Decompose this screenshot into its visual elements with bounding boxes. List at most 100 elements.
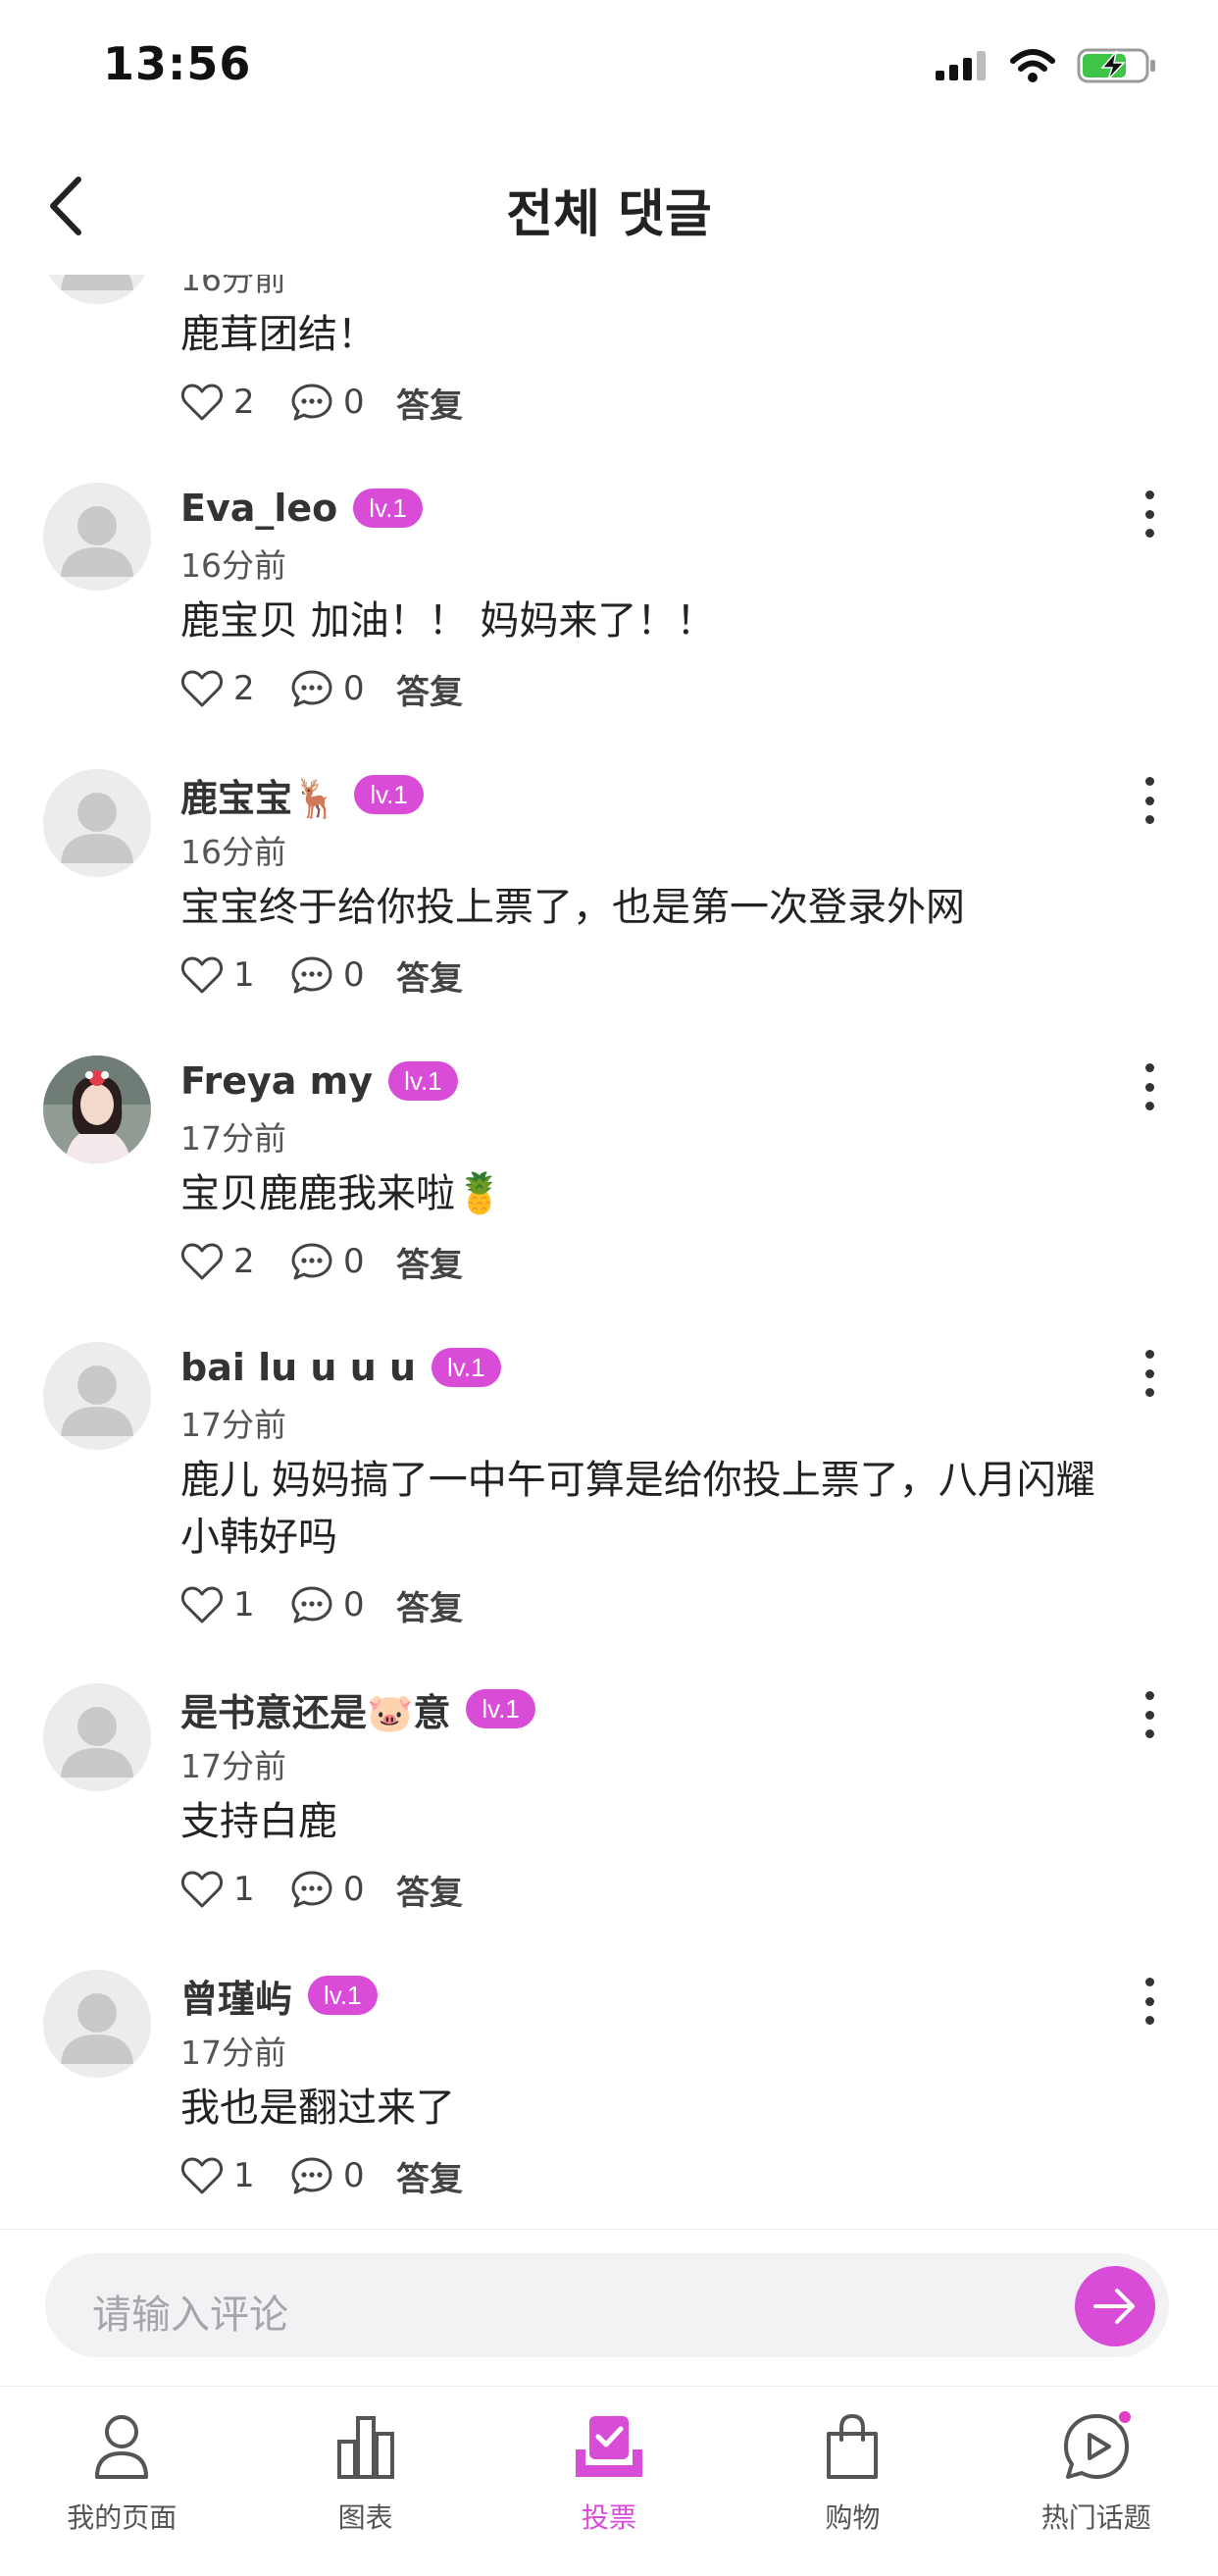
- signal-icon: [936, 51, 986, 80]
- tab-shopping[interactable]: 购物: [731, 2387, 974, 2576]
- reply-button[interactable]: 答复: [396, 952, 463, 1000]
- comment-count-button[interactable]: 0: [290, 1870, 396, 1909]
- avatar[interactable]: [43, 1342, 151, 1450]
- reply-button[interactable]: 答复: [396, 1866, 463, 1914]
- like-button[interactable]: 2: [180, 383, 290, 422]
- comment-count-button[interactable]: 0: [290, 1585, 396, 1624]
- username[interactable]: Freya my: [180, 1059, 373, 1103]
- like-count: 2: [233, 1242, 255, 1281]
- tab-chart[interactable]: 图表: [243, 2387, 486, 2576]
- like-button[interactable]: 2: [180, 1242, 290, 1281]
- level-badge: lv.1: [354, 775, 424, 814]
- name-row: 是书意还是🐷意 lv.1: [180, 1679, 1100, 1738]
- level-badge: lv.1: [431, 1348, 501, 1387]
- avatar[interactable]: [43, 1683, 151, 1791]
- tab-label: 购物: [825, 2501, 881, 2534]
- default-avatar-icon: [43, 1970, 151, 2078]
- more-options-button[interactable]: [1138, 1063, 1161, 1110]
- reply-count: 0: [343, 383, 365, 422]
- comment-text: 支持白鹿: [180, 1799, 337, 1844]
- reply-count: 0: [343, 669, 365, 708]
- comment-time: 17分前: [180, 1747, 286, 1785]
- like-button[interactable]: 1: [180, 1870, 290, 1909]
- reply-count: 0: [343, 1870, 365, 1909]
- comment-text: 宝宝终于给你投上票了，也是第一次登录外网: [180, 885, 965, 930]
- reply-count: 0: [343, 2156, 365, 2195]
- avatar-photo[interactable]: [43, 1056, 151, 1163]
- page-title: 전체 댓글: [506, 185, 712, 244]
- comment-text: 宝贝鹿鹿我来啦🍍: [180, 1171, 504, 1216]
- tab-vote[interactable]: 投票: [487, 2387, 731, 2576]
- more-options-button[interactable]: [1138, 490, 1161, 538]
- comment-count-button[interactable]: 0: [290, 669, 396, 708]
- heart-icon: [180, 1871, 224, 1908]
- avatar[interactable]: [43, 769, 151, 877]
- username[interactable]: 是书意还是🐷意: [180, 1682, 450, 1736]
- comment-time: 17分前: [180, 2034, 286, 2072]
- chat-bubble-icon: [291, 1586, 332, 1623]
- shopping-bag-icon: [827, 2413, 879, 2479]
- comment-count-button[interactable]: 0: [290, 1242, 396, 1281]
- comment-actions: 2 0 答复: [180, 1226, 1100, 1297]
- chat-bubble-icon: [291, 956, 332, 994]
- username[interactable]: 鹿宝宝🦌: [180, 768, 338, 822]
- reply-count: 0: [343, 1585, 365, 1624]
- comment-text: 鹿儿 妈妈搞了一中午可算是给你投上票了，八月闪耀小韩好吗: [180, 1458, 1095, 1560]
- comment-count-button[interactable]: 0: [290, 383, 396, 422]
- header: 전체 댓글: [0, 137, 1218, 275]
- comment-count-button[interactable]: 0: [290, 2156, 396, 2195]
- heart-icon: [180, 1243, 224, 1280]
- like-button[interactable]: 1: [180, 2156, 290, 2195]
- username[interactable]: 曾瑾屿: [180, 1969, 292, 2023]
- more-options-button[interactable]: [1138, 1691, 1161, 1738]
- like-count: 2: [233, 383, 255, 422]
- tab-my-page[interactable]: 我的页面: [0, 2387, 243, 2576]
- name-row: Freya my lv.1: [180, 1052, 1100, 1110]
- avatar[interactable]: [43, 275, 151, 304]
- comment-input-placeholder: 请输入评论: [92, 2293, 288, 2338]
- tab-label: 我的页面: [67, 2501, 178, 2534]
- comment-input[interactable]: 请输入评论: [45, 2253, 1169, 2357]
- comment-time: 17分前: [180, 1406, 286, 1444]
- comment-input-bar: 请输入评论: [0, 2229, 1218, 2386]
- comment-item: 鹿宝宝🦌 lv.1 16分前 宝宝终于给你投上票了，也是第一次登录外网 1 0 …: [0, 765, 1218, 1052]
- like-button[interactable]: 2: [180, 669, 290, 708]
- comment-actions: 2 0 答复: [180, 653, 1100, 724]
- send-button[interactable]: [1075, 2266, 1155, 2346]
- heart-icon: [180, 1586, 224, 1623]
- name-row: 曾瑾屿 lv.1: [180, 1966, 1100, 2025]
- like-count: 1: [233, 2156, 255, 2195]
- status-bar: 13:56: [0, 0, 1218, 137]
- reply-button[interactable]: 答复: [396, 1238, 463, 1286]
- like-count: 1: [233, 1585, 255, 1624]
- like-button[interactable]: 1: [180, 1585, 290, 1624]
- status-time: 13:56: [103, 37, 252, 90]
- level-badge: lv.1: [388, 1061, 458, 1101]
- reply-button[interactable]: 答复: [396, 665, 463, 713]
- more-options-button[interactable]: [1138, 777, 1161, 824]
- reply-count: 0: [343, 1242, 365, 1281]
- default-avatar-icon: [43, 1683, 151, 1791]
- comment-list-viewport[interactable]: 16分前 鹿茸团结！ 2 0 答复 Eva_leo lv.1 16分前 鹿宝贝 …: [0, 275, 1218, 2227]
- vote-icon: [575, 2416, 642, 2477]
- like-count: 1: [233, 1870, 255, 1909]
- tab-hot-topics[interactable]: 热门话题: [975, 2387, 1218, 2576]
- comment-count-button[interactable]: 0: [290, 955, 396, 995]
- notification-dot: [1115, 2408, 1134, 2426]
- username[interactable]: bai lu u u u: [180, 1346, 416, 1389]
- username[interactable]: Eva_leo: [180, 487, 337, 530]
- avatar[interactable]: [43, 1970, 151, 2078]
- level-badge: lv.1: [353, 489, 423, 528]
- name-row: Eva_leo lv.1: [180, 479, 1100, 538]
- more-options-button[interactable]: [1138, 1978, 1161, 2025]
- comment-item: 曾瑾屿 lv.1 17分前 我也是翻过来了 1 0 答复: [0, 1966, 1218, 2227]
- user-photo-avatar: [43, 1056, 151, 1163]
- more-options-button[interactable]: [1138, 1350, 1161, 1397]
- reply-button[interactable]: 答复: [396, 379, 463, 427]
- tab-label: 热门话题: [1040, 2501, 1151, 2534]
- like-button[interactable]: 1: [180, 955, 290, 995]
- comment-text: 我也是翻过来了: [180, 2086, 455, 2131]
- avatar[interactable]: [43, 483, 151, 591]
- reply-button[interactable]: 答复: [396, 1581, 463, 1629]
- reply-button[interactable]: 答复: [396, 2152, 463, 2200]
